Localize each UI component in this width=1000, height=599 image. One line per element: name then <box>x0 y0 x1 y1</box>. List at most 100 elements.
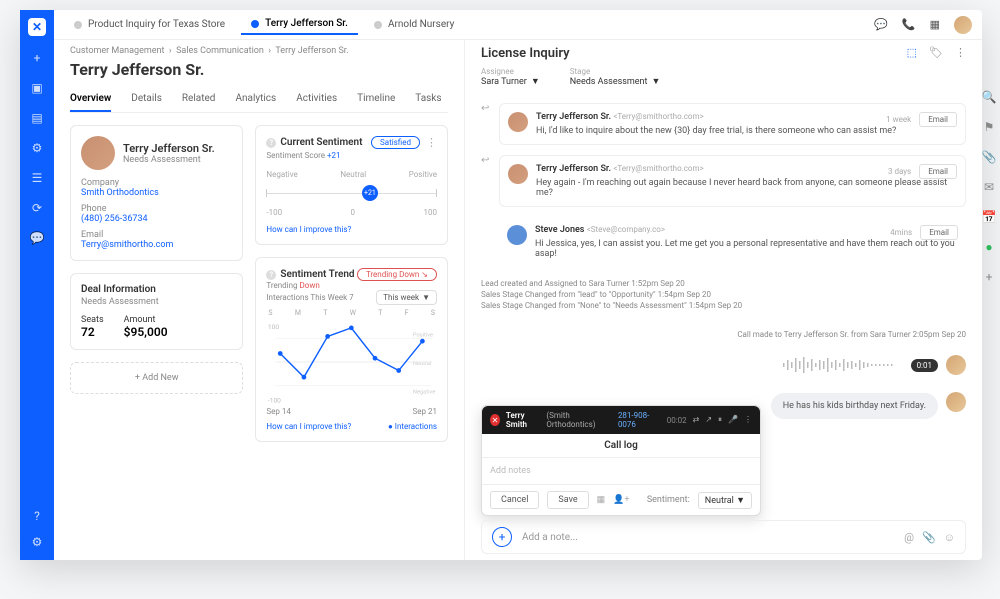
phone-label: Phone <box>81 204 232 214</box>
more-icon[interactable]: ⋮ <box>426 136 437 149</box>
caller-avatar <box>946 355 966 375</box>
message-card: Terry Jefferson Sr. <Terry@smithortho.co… <box>499 103 966 145</box>
help-icon[interactable]: ? <box>266 138 276 148</box>
breadcrumb: Customer Management › Sales Communicatio… <box>70 46 448 56</box>
adduser-icon[interactable]: 👤+ <box>613 495 629 505</box>
tab-product-inquiry[interactable]: Product Inquiry for Texas Store <box>64 15 235 34</box>
tab-label: Product Inquiry for Texas Store <box>88 19 225 30</box>
app-logo[interactable]: ✕ <box>28 18 46 36</box>
note-input[interactable]: Add a note... <box>522 532 894 543</box>
call-contact-name: Terry Smith <box>506 411 540 429</box>
audio-waveform[interactable] <box>783 355 903 375</box>
calendar-icon[interactable]: 📅 <box>982 210 996 224</box>
mail-icon[interactable]: ✉ <box>982 180 996 194</box>
call-log-title: Call log <box>482 434 760 458</box>
more-icon[interactable]: ⋮ <box>744 415 752 425</box>
attach-icon[interactable]: ▦ <box>597 495 606 505</box>
breadcrumb-link[interactable]: Sales Communication <box>176 46 264 56</box>
tab-timeline[interactable]: Timeline <box>357 87 395 112</box>
mute-icon[interactable]: 🎤 <box>728 415 738 425</box>
improve-link[interactable]: How can I improve this? <box>266 225 437 234</box>
shuffle-icon[interactable]: ⇄ <box>693 415 700 425</box>
user-avatar[interactable] <box>954 16 972 34</box>
flag-icon[interactable]: ⚑ <box>982 120 996 134</box>
sentiment-title: Current Sentiment <box>280 137 362 148</box>
email-button[interactable]: Email <box>919 164 957 179</box>
inquiry-title: License Inquiry <box>481 46 660 61</box>
sentiment-select[interactable]: Neutral ▼ <box>698 492 752 509</box>
page-title: Terry Jefferson Sr. <box>70 60 448 79</box>
day-label: M <box>295 309 301 317</box>
svg-text:Negative: Negative <box>413 389 435 395</box>
emoji-icon[interactable]: ☺ <box>944 531 955 544</box>
message-age: 1 week <box>886 115 911 124</box>
transfer-icon[interactable]: ↗ <box>705 415 712 425</box>
improve-link[interactable]: How can I improve this? <box>266 422 351 431</box>
tab-tasks[interactable]: Tasks <box>415 87 441 112</box>
chat-icon[interactable]: 💬 <box>29 230 45 246</box>
attach-icon[interactable]: 📎 <box>922 531 936 544</box>
message-card: Steve Jones <Steve@company.co> Hi Jessic… <box>499 217 966 267</box>
cancel-button[interactable]: Cancel <box>490 491 539 509</box>
amount-label: Amount <box>124 315 156 325</box>
scale-max: 100 <box>423 208 437 217</box>
tab-details[interactable]: Details <box>131 87 162 112</box>
stage-selector[interactable]: Needs Assessment ▼ <box>570 76 661 87</box>
pause-icon[interactable]: ⏸ <box>718 415 722 425</box>
week-selector[interactable]: This week ▼ <box>376 290 437 305</box>
add-new-button[interactable]: + Add New <box>70 362 243 394</box>
trend-sub: Trending <box>266 281 297 290</box>
tab-overview[interactable]: Overview <box>70 87 111 112</box>
scan-icon[interactable]: ⬚ <box>907 46 917 59</box>
grid-icon[interactable]: ▦ <box>930 18 940 31</box>
email-button[interactable]: Email <box>919 112 957 127</box>
more-icon[interactable]: ⋮ <box>955 46 966 59</box>
add-note-bar: + Add a note... @ 📎 ☺ <box>481 520 966 554</box>
mention-icon[interactable]: @ <box>904 531 914 544</box>
chat-icon[interactable]: 💬 <box>874 18 888 31</box>
refresh-icon[interactable]: ⟳ <box>29 200 45 216</box>
scale-min: -100 <box>266 208 282 217</box>
tab-arnold-nursery[interactable]: Arnold Nursery <box>364 15 464 34</box>
message-age: 4mins <box>890 228 912 237</box>
tab-analytics[interactable]: Analytics <box>235 87 276 112</box>
amount-value: $95,000 <box>124 325 168 339</box>
email-link[interactable]: Terry@smithortho.com <box>81 240 232 250</box>
scale-mid: 0 <box>351 208 356 217</box>
email-button[interactable]: Email <box>920 225 958 240</box>
message-text: Hey again - I'm reaching out again becau… <box>536 178 957 198</box>
call-notes-input[interactable]: Add notes <box>482 458 760 485</box>
help-icon[interactable]: ? <box>29 508 45 524</box>
hangup-icon[interactable]: ✕ <box>490 414 500 426</box>
search-icon[interactable]: 🔍 <box>982 90 996 104</box>
save-button[interactable]: Save <box>547 491 588 509</box>
sender-avatar <box>508 112 528 132</box>
phone-link[interactable]: (480) 256-36734 <box>81 214 232 224</box>
add-button[interactable]: + <box>492 527 512 547</box>
help-icon[interactable]: ? <box>266 270 276 280</box>
plus-icon[interactable]: + <box>982 270 996 284</box>
day-label: W <box>350 309 356 317</box>
briefcase-icon[interactable]: ☰ <box>29 170 45 186</box>
tab-activities[interactable]: Activities <box>296 87 337 112</box>
file-icon[interactable]: ▤ <box>29 110 45 126</box>
breadcrumb-current: Terry Jefferson Sr. <box>275 46 348 56</box>
call-company: (Smith Orthodontics) <box>546 411 608 429</box>
sender-name: Terry Jefferson Sr. <box>536 164 611 174</box>
plus-icon[interactable]: + <box>29 50 45 66</box>
dashboard-icon[interactable]: ▣ <box>29 80 45 96</box>
breadcrumb-link[interactable]: Customer Management <box>70 46 164 56</box>
tag-icon[interactable]: 🏷 <box>929 46 943 59</box>
score-value: +21 <box>327 151 341 160</box>
settings-icon[interactable]: ⚙ <box>29 534 45 550</box>
status-dot-icon[interactable]: ● <box>982 240 996 254</box>
tab-related[interactable]: Related <box>182 87 216 112</box>
company-link[interactable]: Smith Orthodontics <box>81 188 232 198</box>
trend-title: Sentiment Trend <box>280 269 354 280</box>
assignee-selector[interactable]: Sara Turner ▼ <box>481 76 540 87</box>
phone-icon[interactable]: 📞 <box>902 18 916 31</box>
clip-icon[interactable]: 📎 <box>982 150 996 164</box>
deal-stage: Needs Assessment <box>81 297 232 307</box>
gear-icon[interactable]: ⚙ <box>29 140 45 156</box>
tab-terry-jefferson[interactable]: Terry Jefferson Sr. <box>241 14 358 35</box>
